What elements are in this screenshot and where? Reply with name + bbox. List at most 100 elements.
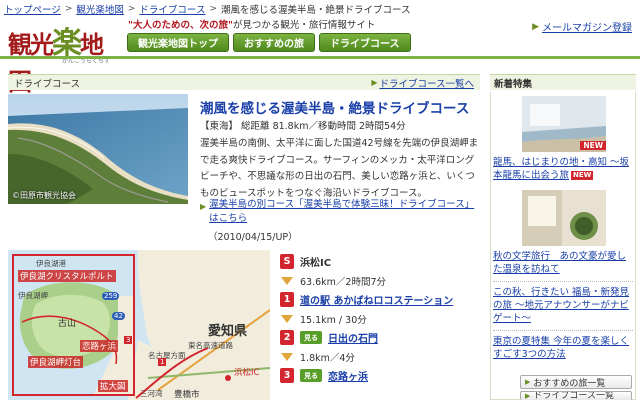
breadcrumb-drive[interactable]: ドライブコース (139, 2, 205, 16)
breadcrumb-separator-icon: > (127, 4, 136, 14)
map-label-mikawa-bay: 三河湾 (140, 389, 163, 398)
drive-list-button[interactable]: ▶ ドライブコース一覧 (520, 391, 632, 400)
step-start-icon: S (280, 254, 294, 269)
feature-card-image-ryoma[interactable]: NEW (522, 96, 606, 152)
map-label-nagoya: 名古屋方面 (148, 351, 186, 360)
breadcrumb-kankou[interactable]: 観光楽地図 (76, 2, 124, 16)
feature-link-tokyo[interactable]: 東京の夏特集 今年の夏を楽しくすごす3つの方法 (493, 335, 635, 361)
feature-link-onsen-label[interactable]: 秋の文学旅行 あの文豪が愛した温泉を訪ねて (493, 251, 626, 275)
map-label-koigahama: 恋路ヶ浜 (80, 340, 119, 352)
photo-credit: ©田原市観光協会 (12, 191, 76, 200)
map-label-prefecture: 愛知県 (208, 324, 248, 339)
route-step-2[interactable]: 2 見る 日出の石門 (280, 328, 480, 347)
map-label-toyohashi: 豊橋市 (174, 390, 200, 400)
route-steps: S 浜松IC 63.6km／2時間7分 1 道の駅 あかばねロコステーション 1… (280, 252, 480, 385)
nav-tab-drive[interactable]: ドライブコース (319, 33, 411, 52)
feature-link-tokyo-label[interactable]: 東京の夏特集 今年の夏を楽しくすごす3つの方法 (493, 336, 629, 360)
article-region: 【東海】 (200, 121, 239, 132)
tagline-rest: が見つかる観光・旅行情報サイト (232, 20, 376, 31)
section-header: ドライブコース ▶ ドライブコース一覧へ (8, 74, 480, 90)
route-step-3[interactable]: 3 見る 恋路ヶ浜 (280, 366, 480, 385)
main-nav: 観光楽地図トップ おすすめの旅 ドライブコース (127, 33, 411, 52)
new-badge: NEW (580, 141, 606, 150)
route-leg: 63.6km／2時間7分 (280, 271, 480, 290)
feature-link-onsen[interactable]: 秋の文学旅行 あの文豪が愛した温泉を訪ねて (493, 250, 635, 276)
step-number-icon: 3 (280, 368, 294, 383)
sidebar-divider (493, 281, 633, 282)
feature-link-fukushima[interactable]: この秋、行きたい 福島・新発見の旅 ～地元アナウンサーがナビゲート～ (493, 286, 635, 325)
see-badge-icon: 見る (300, 331, 322, 344)
sidebar-divider (493, 330, 633, 331)
map-label-cape: 伊良湖岬 (18, 291, 48, 300)
down-arrow-icon (280, 276, 294, 286)
nav-tab-recommended[interactable]: おすすめの旅 (233, 33, 315, 52)
tagline-highlight: "大人のための、次の旅" (128, 20, 233, 31)
article-stats: 総距離 81.8km／移動時間 2時間54分 (241, 121, 406, 132)
route-step-1[interactable]: 1 道の駅 あかばねロコステーション (280, 290, 480, 309)
route-leg-distance: 63.6km／2時間7分 (300, 276, 386, 288)
breadcrumb: トップページ > 観光楽地図 > ドライブコース > 潮風を感じる渥美半島・絶景… (4, 2, 411, 16)
logo-part-a: 観光 (8, 30, 54, 59)
triangle-right-icon: ▶ (371, 78, 378, 87)
route-number-259: 259 (102, 292, 120, 300)
recommended-list-label: おすすめの旅一覧 (533, 378, 606, 389)
breadcrumb-separator-icon: > (64, 4, 73, 14)
site-logo[interactable]: 観光楽地図 かんこうらくちず (8, 18, 122, 96)
coast-photo: ©田原市観光協会 (8, 94, 188, 204)
mail-magazine-link[interactable]: ▶ メールマガジン登録 (532, 19, 632, 35)
feature-image-onsen (522, 190, 606, 246)
route-leg-distance: 15.1km / 30分 (300, 314, 367, 326)
map-label-port: 伊良湖港 (36, 259, 66, 268)
nav-underline (0, 56, 640, 59)
feature-link-ryoma[interactable]: 龍馬、はじまりの地・高知 ～坂本龍馬に出会う旅 NEW (493, 156, 635, 182)
related-course-label[interactable]: 渥美半島の別コース「渥美半島で体験三昧！ドライブコース」はこちら (209, 198, 480, 226)
triangle-right-icon: ▶ (532, 21, 539, 32)
drive-course-list-label[interactable]: ドライブコース一覧へ (379, 76, 474, 90)
route-step-link[interactable]: 日出の石門 (328, 330, 378, 345)
feature-link-fukushima-label[interactable]: この秋、行きたい 福島・新発見の旅 ～地元アナウンサーがナビゲート～ (493, 287, 629, 324)
section-title: ドライブコース (14, 78, 81, 90)
breadcrumb-current: 潮風を感じる渥美半島・絶景ドライブコース (221, 5, 411, 16)
route-leg-distance: 1.8km／4分 (300, 352, 355, 364)
recommended-list-button[interactable]: ▶ おすすめの旅一覧 (520, 375, 632, 389)
map-inset: 伊良湖港 伊良湖クリスタルポルト 伊良湖岬 古山 恋路ヶ浜 伊良湖岬灯台 拡大図… (12, 254, 135, 396)
new-badge: NEW (571, 171, 594, 180)
step-number-icon: 2 (280, 330, 294, 345)
breadcrumb-separator-icon: > (209, 4, 217, 14)
see-badge-icon: 見る (300, 369, 322, 382)
map-label-tomei: 東名高速道路 (188, 341, 233, 350)
article-date: （2010/04/15/UP） (208, 232, 298, 243)
sidebar-title: 新着特集 (490, 74, 636, 90)
triangle-right-icon: ▶ (525, 378, 531, 386)
article-title[interactable]: 潮風を感じる渥美半島・絶景ドライブコース (200, 97, 469, 117)
map-step-1: 1 (158, 358, 167, 366)
nav-tab-top[interactable]: 観光楽地図トップ (127, 33, 229, 52)
coast-photo-image (8, 94, 188, 204)
step-number-icon: 1 (280, 292, 294, 307)
triangle-right-icon: ▶ (200, 202, 207, 211)
map-label-zoom: 拡大図 (98, 380, 128, 392)
drive-course-list-link[interactable]: ▶ ドライブコース一覧へ (371, 76, 474, 90)
route-leg: 1.8km／4分 (280, 347, 480, 366)
map-label-hamamatsu: 浜松IC (234, 368, 260, 378)
map-step-3: 3 (124, 336, 133, 344)
breadcrumb-top[interactable]: トップページ (4, 2, 61, 16)
drive-list-label: ドライブコース一覧 (533, 391, 614, 400)
route-step-link[interactable]: 道の駅 あかばねロコステーション (300, 292, 453, 307)
route-step-link[interactable]: 恋路ヶ浜 (328, 368, 368, 383)
map-label-crystal-port: 伊良湖クリスタルポルト (18, 270, 116, 282)
site-tagline: "大人のための、次の旅"が見つかる観光・旅行情報サイト (128, 17, 375, 31)
triangle-right-icon: ▶ (525, 392, 531, 400)
mail-magazine-label[interactable]: メールマガジン登録 (542, 19, 632, 34)
feature-link-ryoma-label[interactable]: 龍馬、はじまりの地・高知 ～坂本龍馬に出会う旅 (493, 157, 629, 181)
map-label-koyama: 古山 (58, 319, 77, 329)
feature-card-image-onsen[interactable] (522, 190, 606, 246)
down-arrow-icon (280, 314, 294, 324)
route-map[interactable]: 伊良湖港 伊良湖クリスタルポルト 伊良湖岬 古山 恋路ヶ浜 伊良湖岬灯台 拡大図… (8, 250, 270, 400)
route-step-name: 浜松IC (300, 258, 332, 269)
related-course-link[interactable]: ▶ 渥美半島の別コース「渥美半島で体験三昧！ドライブコース」はこちら (200, 198, 480, 226)
route-number-42: 42 (112, 312, 125, 320)
article-meta: 【東海】 総距離 81.8km／移動時間 2時間54分 (200, 118, 406, 132)
route-step-start: S 浜松IC (280, 252, 480, 271)
route-leg: 15.1km / 30分 (280, 309, 480, 328)
